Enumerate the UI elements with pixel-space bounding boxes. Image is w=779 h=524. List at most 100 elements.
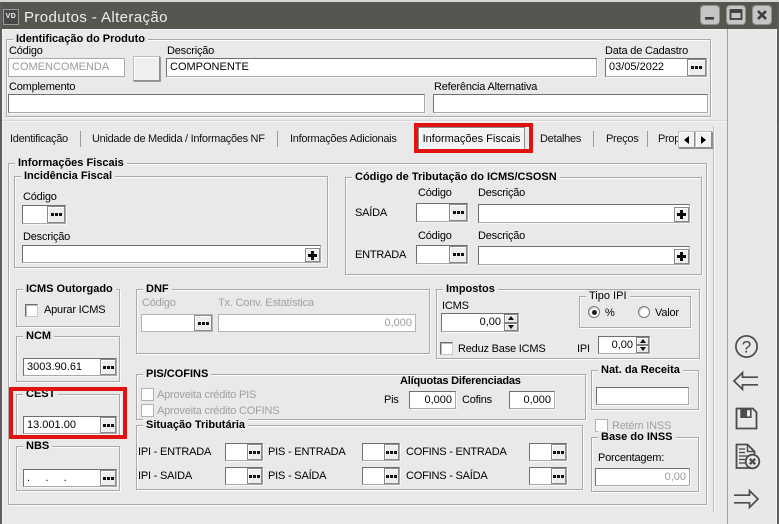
nbs-ellipsis-button[interactable] xyxy=(100,470,116,486)
tributacao-entrada-codigo-ellipsis-button[interactable] xyxy=(449,246,467,263)
dnf-tx-input[interactable]: 0,000 xyxy=(218,314,416,332)
ipi-entrada-input[interactable] xyxy=(226,444,247,460)
tab-scroll-right-button[interactable] xyxy=(695,131,712,148)
nbs-input[interactable]: . . . xyxy=(24,470,100,486)
maximize-button[interactable] xyxy=(726,5,746,25)
tab-scroll-left-button[interactable] xyxy=(678,131,695,148)
data-cadastro-input[interactable]: 03/05/2022 xyxy=(606,59,687,76)
cofins-entrada-input[interactable] xyxy=(530,444,551,460)
ellipsis-icon xyxy=(249,475,260,478)
incidencia-codigo-input[interactable] xyxy=(23,206,47,223)
window-highlight-left xyxy=(2,29,3,524)
ipi-input[interactable]: 0,00 xyxy=(599,337,636,353)
ncm-ellipsis-button[interactable] xyxy=(100,359,116,375)
ellipsis-icon xyxy=(453,253,464,256)
tributacao-saida-codigo-ellipsis-button[interactable] xyxy=(449,204,467,221)
complemento-input[interactable] xyxy=(8,94,425,113)
ipi-saida-ellipsis-button[interactable] xyxy=(247,468,262,484)
tab-prop[interactable]: Prop xyxy=(658,133,679,146)
pis-entrada-ellipsis-button[interactable] xyxy=(384,444,399,460)
close-button[interactable] xyxy=(752,5,772,25)
spin-down-icon[interactable] xyxy=(504,323,518,332)
aproveita-credito-cofins-label: Aproveita crédito COFINS xyxy=(157,405,279,418)
incidencia-descricao-plus-button[interactable] xyxy=(305,248,320,262)
window-title: Produtos - Alteração xyxy=(24,9,168,26)
tab-identificacao[interactable]: Identificação xyxy=(10,133,68,146)
codigo-aux-button[interactable] xyxy=(133,56,160,81)
forward-button[interactable] xyxy=(732,487,760,511)
aliquotas-cofins-input[interactable]: 0,000 xyxy=(509,391,555,409)
back-button[interactable] xyxy=(732,369,760,393)
spin-down-icon[interactable] xyxy=(636,345,649,353)
tributacao-entrada-descricao-plus-button[interactable] xyxy=(674,249,689,264)
ncm-input[interactable]: 3003.90.61 xyxy=(24,359,100,375)
ellipsis-icon xyxy=(103,477,114,480)
aproveita-credito-pis-checkbox[interactable] xyxy=(141,388,154,401)
tab-unidade-medida[interactable]: Unidade de Medida / Informações NF xyxy=(92,133,265,146)
descricao-input[interactable]: COMPONENTE xyxy=(166,58,597,77)
close-icon xyxy=(753,6,771,24)
cofins-saida-input[interactable] xyxy=(530,468,551,484)
tributacao-saida-descricao-input[interactable] xyxy=(479,205,674,222)
tab-informacoes-adicionais[interactable]: Informações Adicionais xyxy=(290,133,397,146)
aliquotas-pis-input[interactable]: 0,000 xyxy=(409,391,456,409)
nat-receita-input[interactable] xyxy=(596,387,689,405)
tipo-ipi-percent-radio[interactable] xyxy=(588,306,600,318)
cofins-entrada-ellipsis-button[interactable] xyxy=(551,444,566,460)
help-glyph: ? xyxy=(742,337,751,356)
data-cadastro-ellipsis-button[interactable] xyxy=(687,59,706,76)
tab-detalhes[interactable]: Detalhes xyxy=(540,133,581,146)
ipi-entrada-ellipsis-button[interactable] xyxy=(247,444,262,460)
tributacao-saida-codigo-input[interactable] xyxy=(417,204,449,221)
reduz-base-icms-checkbox[interactable] xyxy=(440,342,453,355)
ellipsis-icon xyxy=(51,213,62,216)
pis-saida-ellipsis-button[interactable] xyxy=(384,468,399,484)
help-button[interactable]: ? xyxy=(733,333,760,360)
icms-label: ICMS xyxy=(442,300,469,313)
group-dnf-legend: DNF xyxy=(143,283,172,296)
incidencia-descricao-field xyxy=(22,245,321,263)
ipi-saida-field xyxy=(225,467,263,485)
codigo-input[interactable]: COMENCOMENDA xyxy=(8,58,125,77)
tipo-ipi-valor-radio[interactable] xyxy=(638,306,650,318)
apurar-icms-checkbox[interactable] xyxy=(25,304,38,317)
pis-entrada-field xyxy=(362,443,400,461)
icms-input[interactable]: 0,00 xyxy=(442,314,504,331)
tributacao-saida-descricao-plus-button[interactable] xyxy=(674,207,689,222)
client-top-highlight xyxy=(2,29,777,30)
cofins-saida-ellipsis-button[interactable] xyxy=(551,468,566,484)
group-impostos-legend: Impostos xyxy=(443,283,498,296)
incidencia-codigo-field xyxy=(22,205,66,224)
tab-separator xyxy=(647,131,648,147)
incidencia-codigo-ellipsis-button[interactable] xyxy=(47,206,65,223)
pis-saida-field xyxy=(362,467,400,485)
dnf-codigo-ellipsis-button[interactable] xyxy=(194,315,212,331)
cancel-document-button[interactable] xyxy=(734,443,762,471)
cofins-entrada-field xyxy=(529,443,567,461)
tributacao-entrada-codigo-input[interactable] xyxy=(417,246,449,263)
title-bar[interactable]: VD Produtos - Alteração xyxy=(0,2,779,29)
incidencia-descricao-input[interactable] xyxy=(23,246,305,262)
window-highlight-right xyxy=(776,29,777,524)
save-button[interactable] xyxy=(735,407,758,430)
spin-up-icon[interactable] xyxy=(636,337,649,345)
ipi-saida-label: IPI - SAIDA xyxy=(138,470,192,483)
referencia-alternativa-input[interactable] xyxy=(433,94,708,113)
pis-saida-input[interactable] xyxy=(363,468,384,484)
dnf-codigo-input[interactable] xyxy=(142,315,194,331)
cofins-entrada-label: COFINS - ENTRADA xyxy=(406,446,507,459)
minimize-button[interactable] xyxy=(700,5,720,25)
ipi-entrada-field xyxy=(225,443,263,461)
tab-separator xyxy=(80,131,81,147)
ipi-saida-input[interactable] xyxy=(226,468,247,484)
tributacao-entrada-descricao-input[interactable] xyxy=(479,247,674,264)
porcentagem-input[interactable]: 0,00 xyxy=(595,468,690,486)
icms-spinner[interactable] xyxy=(504,314,518,331)
spin-up-icon[interactable] xyxy=(504,314,518,323)
minimize-icon xyxy=(701,6,719,24)
pis-entrada-input[interactable] xyxy=(363,444,384,460)
aliquotas-pis-label: Pis xyxy=(384,394,399,407)
aproveita-credito-cofins-checkbox[interactable] xyxy=(141,404,154,417)
ipi-spinner[interactable] xyxy=(636,337,649,353)
tab-precos[interactable]: Preços xyxy=(606,133,638,146)
